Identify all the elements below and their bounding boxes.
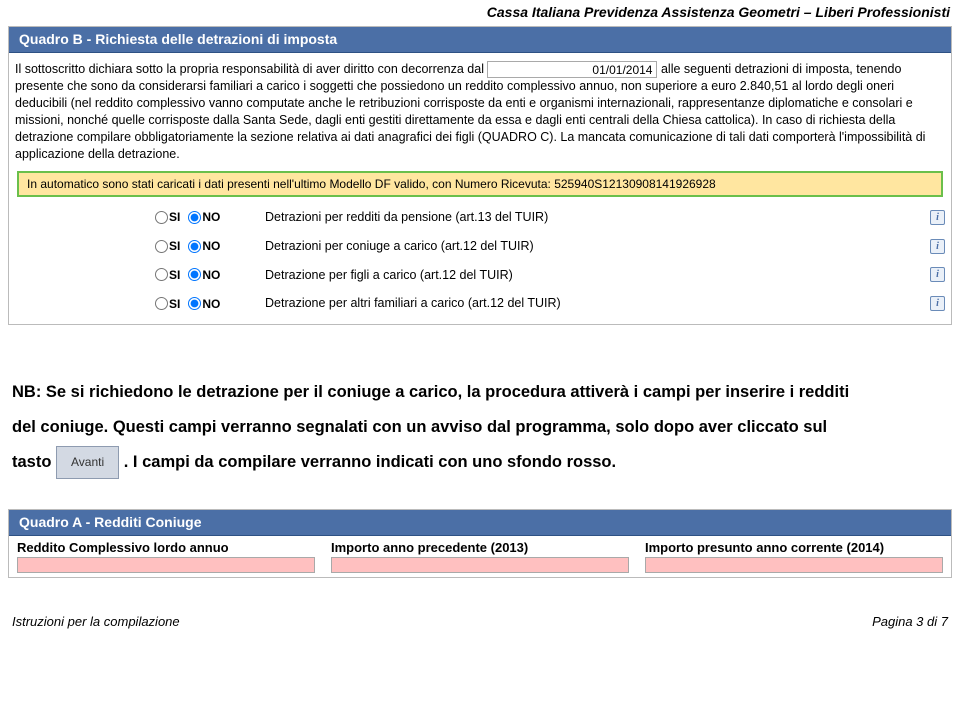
row-figli: SI NO Detrazione per figli a carico (art… bbox=[15, 261, 945, 290]
coniuge-no-radio[interactable] bbox=[188, 240, 201, 253]
quadro-a-title: Quadro A - Redditi Coniuge bbox=[9, 510, 951, 536]
info-icon[interactable]: i bbox=[930, 239, 945, 254]
nb-note: NB: Se si richiedono le detrazione per i… bbox=[0, 325, 960, 489]
nb-line3-post: . I campi da compilare verranno indicati… bbox=[124, 453, 616, 471]
figli-no-radio[interactable] bbox=[188, 268, 201, 281]
altri-label: Detrazione per altri familiari a carico … bbox=[265, 295, 920, 312]
importo-precedente-field[interactable] bbox=[331, 557, 629, 573]
figli-si-radio[interactable] bbox=[155, 268, 168, 281]
footer-left: Istruzioni per la compilazione bbox=[12, 614, 180, 629]
col2-label: Importo anno precedente (2013) bbox=[331, 540, 629, 557]
decorrenza-date-field[interactable]: 01/01/2014 bbox=[487, 61, 657, 78]
info-icon[interactable]: i bbox=[930, 296, 945, 311]
row-pensione: SI NO Detrazioni per redditi da pensione… bbox=[15, 203, 945, 232]
coniuge-si-radio[interactable] bbox=[155, 240, 168, 253]
no-label: NO bbox=[202, 238, 220, 254]
info-icon[interactable]: i bbox=[930, 267, 945, 282]
nb-line1: NB: Se si richiedono le detrazione per i… bbox=[12, 375, 940, 410]
doc-header-org: Cassa Italiana Previdenza Assistenza Geo… bbox=[0, 4, 960, 26]
col1-label: Reddito Complessivo lordo annuo bbox=[17, 540, 315, 557]
auto-load-notice: In automatico sono stati caricati i dati… bbox=[17, 171, 943, 197]
page-footer: Istruzioni per la compilazione Pagina 3 … bbox=[0, 578, 960, 637]
col3-label: Importo presunto anno corrente (2014) bbox=[645, 540, 943, 557]
si-label: SI bbox=[169, 267, 180, 283]
reddito-lordo-field[interactable] bbox=[17, 557, 315, 573]
pensione-si-radio[interactable] bbox=[155, 211, 168, 224]
si-label: SI bbox=[169, 209, 180, 225]
altri-si-radio[interactable] bbox=[155, 297, 168, 310]
coniuge-label: Detrazioni per coniuge a carico (art.12 … bbox=[265, 238, 920, 255]
row-coniuge: SI NO Detrazioni per coniuge a carico (a… bbox=[15, 232, 945, 261]
avanti-button[interactable]: Avanti bbox=[56, 446, 119, 479]
nb-line2: del coniuge. Questi campi verranno segna… bbox=[12, 410, 940, 445]
decl-post: alle seguenti detrazioni di imposta, ten… bbox=[15, 62, 925, 161]
footer-right: Pagina 3 di 7 bbox=[872, 614, 948, 629]
detrazioni-options: SI NO Detrazioni per redditi da pensione… bbox=[15, 203, 945, 319]
quadro-a-panel: Quadro A - Redditi Coniuge Reddito Compl… bbox=[8, 509, 952, 578]
pensione-label: Detrazioni per redditi da pensione (art.… bbox=[265, 209, 920, 226]
pensione-no-radio[interactable] bbox=[188, 211, 201, 224]
no-label: NO bbox=[202, 267, 220, 283]
quadro-b-panel: Quadro B - Richiesta delle detrazioni di… bbox=[8, 26, 952, 325]
importo-corrente-field[interactable] bbox=[645, 557, 943, 573]
nb-line3-pre: tasto bbox=[12, 453, 56, 471]
figli-label: Detrazione per figli a carico (art.12 de… bbox=[265, 267, 920, 284]
quadro-b-title: Quadro B - Richiesta delle detrazioni di… bbox=[9, 27, 951, 53]
declaration-text: Il sottoscritto dichiara sotto la propri… bbox=[15, 61, 945, 163]
no-label: NO bbox=[202, 209, 220, 225]
si-label: SI bbox=[169, 296, 180, 312]
decl-pre: Il sottoscritto dichiara sotto la propri… bbox=[15, 62, 484, 76]
si-label: SI bbox=[169, 238, 180, 254]
altri-no-radio[interactable] bbox=[188, 297, 201, 310]
no-label: NO bbox=[202, 296, 220, 312]
row-altri: SI NO Detrazione per altri familiari a c… bbox=[15, 289, 945, 318]
info-icon[interactable]: i bbox=[930, 210, 945, 225]
